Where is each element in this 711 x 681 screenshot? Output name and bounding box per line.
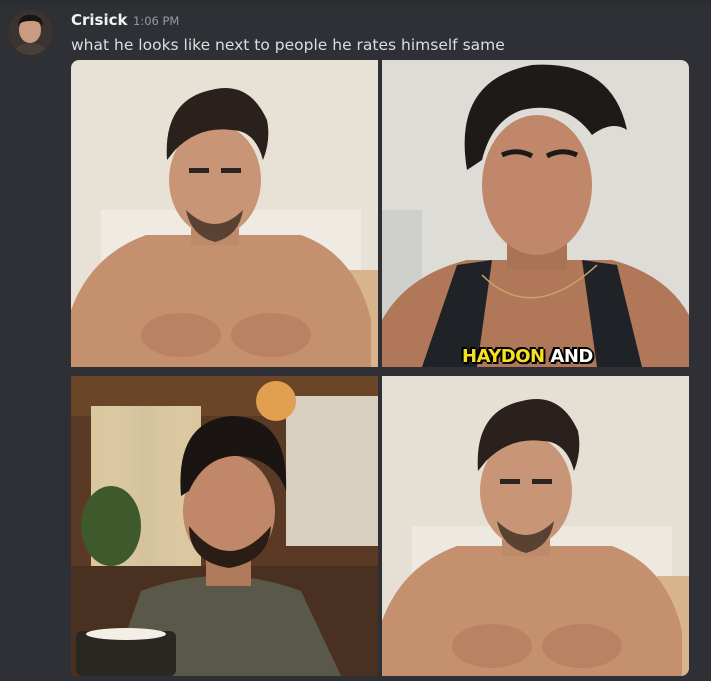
image-attachment-4[interactable] [382, 376, 689, 676]
video-caption: HAYDON AND [462, 346, 593, 367]
image-attachment-2[interactable]: HAYDON AND [382, 60, 689, 367]
image-attachment-1[interactable] [71, 60, 378, 367]
avatar-image [8, 10, 53, 55]
username[interactable]: Crisick [71, 11, 127, 29]
message-content: what he looks like next to people he rat… [71, 36, 505, 54]
image-attachment-3[interactable] [71, 376, 378, 676]
image-gallery: HAYDON AND [71, 60, 689, 676]
timestamp[interactable]: 1:06 PM [133, 14, 179, 28]
caption-highlight: HAYDON [462, 346, 545, 367]
avatar[interactable] [8, 10, 53, 55]
caption-rest: AND [544, 346, 593, 367]
